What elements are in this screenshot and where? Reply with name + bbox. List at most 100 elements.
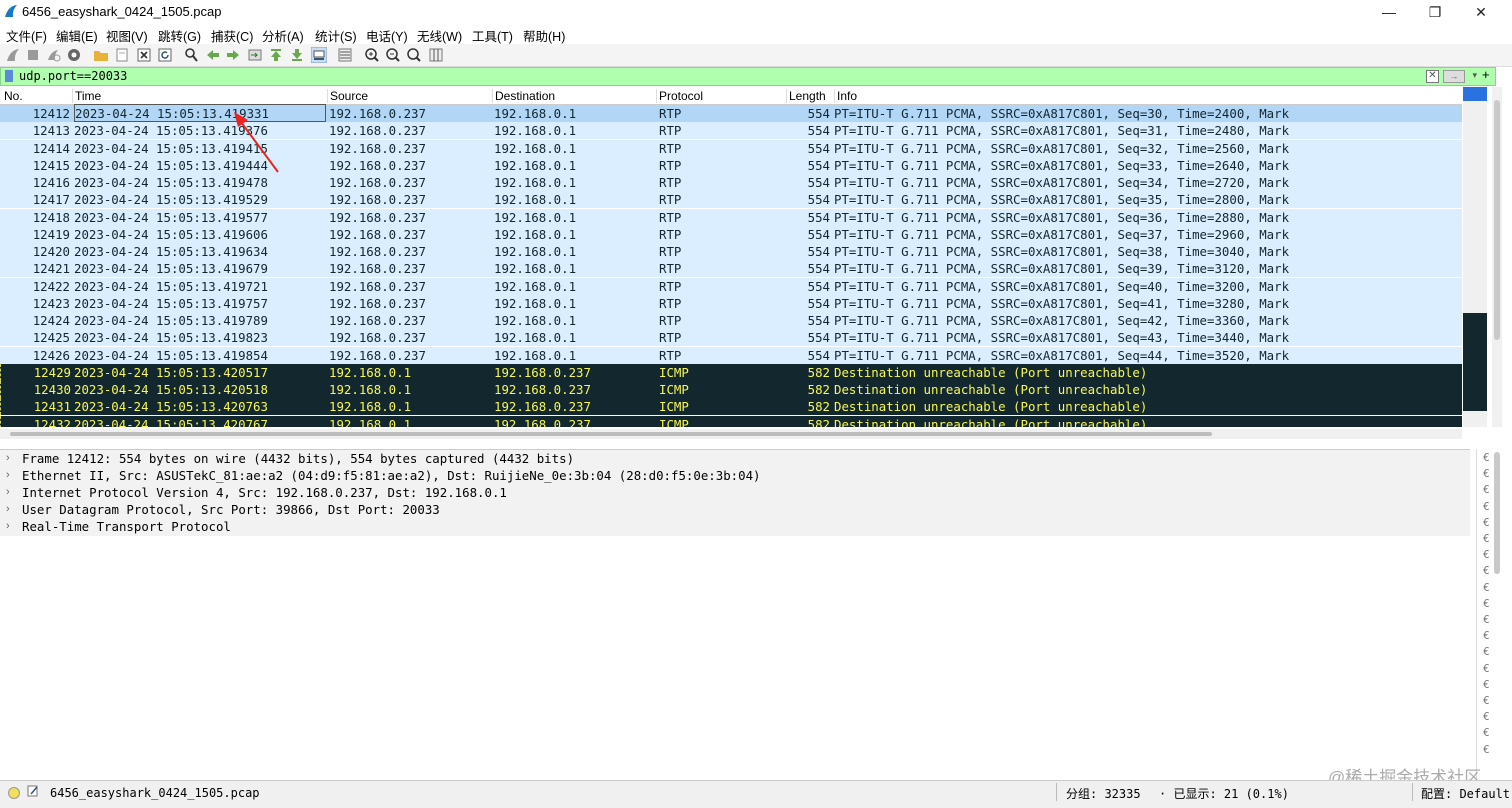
maximize-button[interactable]: ❐ (1412, 0, 1458, 24)
back-icon[interactable] (205, 47, 221, 63)
stop-icon[interactable] (25, 47, 41, 63)
bytes-scroll-thumb[interactable] (1494, 452, 1500, 574)
packet-cell-proto: RTP (659, 209, 682, 225)
forward-icon[interactable] (225, 47, 241, 63)
wireshark-fin-icon (5, 5, 17, 17)
autoscroll-icon[interactable] (311, 47, 327, 63)
close-window-button[interactable]: ✕ (1458, 0, 1504, 24)
menu-telephony[interactable]: 电话(Y) (366, 26, 408, 45)
packet-row[interactable]: 12424 2023-04-24 15:05:13.419789 192.168.0… (0, 312, 1462, 330)
packet-cell-no: 12432 (0, 415, 71, 427)
clear-filter-button[interactable]: ✕ (1426, 70, 1439, 83)
column-info[interactable]: Info (834, 89, 857, 103)
column-protocol[interactable]: Protocol (656, 89, 703, 103)
goto-icon[interactable] (247, 47, 263, 63)
close-file-icon[interactable] (136, 47, 152, 63)
find-icon[interactable] (183, 47, 199, 63)
expand-chevron-icon[interactable]: › (6, 467, 10, 484)
packet-cell-len: 554 (807, 157, 830, 173)
resize-columns-icon[interactable] (428, 47, 444, 63)
packet-cell-info: PT=ITU-T G.711 PCMA, SSRC=0xA817C801, Se… (834, 157, 1290, 173)
column-length[interactable]: Length (786, 89, 826, 103)
detail-ipv4[interactable]: › Internet Protocol Version 4, Src: 192.… (0, 484, 1470, 501)
open-icon[interactable] (93, 47, 109, 63)
packet-row[interactable]: 12425 2023-04-24 15:05:13.419823 192.168.0… (0, 329, 1462, 347)
packet-cell-time: 2023-04-24 15:05:13.419478 (74, 175, 268, 190)
packet-row[interactable]: 12412 2023-04-24 15:05:13.419331 192.168.0… (0, 104, 1462, 123)
packet-row[interactable]: 12431 2023-04-24 15:05:13.420763 192.168.0… (0, 398, 1462, 416)
packet-cell-info: PT=ITU-T G.711 PCMA, SSRC=0xA817C801, Se… (834, 192, 1290, 208)
menu-tools[interactable]: 工具(T) (472, 26, 513, 45)
expert-info-icon[interactable] (8, 787, 20, 799)
last-icon[interactable] (289, 47, 305, 63)
packet-row[interactable]: 12416 2023-04-24 15:05:13.419478 192.168.0… (0, 174, 1462, 192)
expand-chevron-icon[interactable]: › (6, 518, 10, 535)
menu-capture[interactable]: 捕获(C) (211, 26, 253, 45)
packet-list-scroll-thumb[interactable] (1494, 100, 1500, 340)
packet-row[interactable]: 12423 2023-04-24 15:05:13.419757 192.168.0… (0, 294, 1462, 312)
packet-cell-proto: RTP (659, 140, 682, 156)
packet-row[interactable]: 12413 2023-04-24 15:05:13.419376 192.168.0… (0, 122, 1462, 140)
expand-chevron-icon[interactable]: › (6, 450, 10, 467)
filter-value[interactable]: udp.port==20033 (19, 69, 127, 83)
status-profile[interactable]: 配置: Default (1421, 785, 1510, 802)
menu-wireless[interactable]: 无线(W) (417, 26, 462, 45)
apply-filter-button[interactable]: → (1443, 70, 1465, 83)
packet-row[interactable]: 12432 2023-04-24 15:05:13.420767 192.168.0… (0, 415, 1462, 427)
packet-row[interactable]: 12426 2023-04-24 15:05:13.419854 192.168.0… (0, 346, 1462, 364)
detail-frame[interactable]: › Frame 12412: 554 bytes on wire (4432 b… (0, 450, 1470, 467)
detail-rtp[interactable]: › Real-Time Transport Protocol (0, 518, 1470, 535)
menu-edit[interactable]: 编辑(E) (56, 26, 98, 45)
zoom-reset-icon[interactable] (406, 47, 422, 63)
expand-chevron-icon[interactable]: › (6, 484, 10, 501)
packet-row[interactable]: 12417 2023-04-24 15:05:13.419529 192.168.0… (0, 191, 1462, 209)
bookmark-icon[interactable] (5, 70, 13, 82)
packet-row[interactable]: 12420 2023-04-24 15:05:13.419634 192.168.0… (0, 243, 1462, 261)
packet-cell-no: 12424 (32, 313, 70, 328)
packet-row[interactable]: 12414 2023-04-24 15:05:13.419415 192.168.0… (0, 139, 1462, 157)
edit-comment-icon[interactable] (27, 785, 39, 797)
packet-cell-info: PT=ITU-T G.711 PCMA, SSRC=0xA817C801, Se… (834, 347, 1290, 363)
zoom-in-icon[interactable] (364, 47, 380, 63)
column-destination[interactable]: Destination (492, 89, 555, 103)
save-icon[interactable] (114, 47, 130, 63)
reload-icon[interactable] (157, 47, 173, 63)
packet-list[interactable]: No. Time Source Destination Protocol Len… (0, 87, 1462, 427)
packet-row[interactable]: 12421 2023-04-24 15:05:13.419679 192.168.0… (0, 260, 1462, 278)
packet-row[interactable]: 12422 2023-04-24 15:05:13.419721 192.168.0… (0, 277, 1462, 295)
menu-help[interactable]: 帮助(H) (523, 26, 565, 45)
menu-bar: 文件(F) 编辑(E) 视图(V) 跳转(G) 捕获(C) 分析(A) 统计(S… (0, 24, 1512, 44)
restart-icon[interactable] (45, 47, 61, 63)
detail-ethernet[interactable]: › Ethernet II, Src: ASUSTekC_81:ae:a2 (0… (0, 467, 1470, 484)
detail-udp[interactable]: › User Datagram Protocol, Src Port: 3986… (0, 501, 1470, 518)
filter-history-dropdown[interactable]: ▾ (1472, 70, 1477, 81)
minimap-icmp-region (1463, 313, 1487, 411)
menu-analyze[interactable]: 分析(A) (262, 26, 304, 45)
column-source[interactable]: Source (327, 89, 368, 103)
packet-cell-no: 12422 (32, 278, 70, 294)
packet-list-hscroll-thumb[interactable] (10, 432, 1212, 436)
menu-statistics[interactable]: 统计(S) (315, 26, 357, 45)
bytes-offset-glyph: € (1483, 483, 1490, 497)
packet-row[interactable]: 12430 2023-04-24 15:05:13.420518 192.168.0… (0, 381, 1462, 399)
packet-row[interactable]: 12415 2023-04-24 15:05:13.419444 192.168.0… (0, 156, 1462, 174)
menu-go[interactable]: 跳转(G) (158, 26, 201, 45)
colorize-icon[interactable] (337, 47, 353, 63)
first-icon[interactable] (268, 47, 284, 63)
shark-start-icon[interactable] (5, 47, 21, 63)
menu-view[interactable]: 视图(V) (106, 26, 148, 45)
minimize-button[interactable]: — (1366, 0, 1412, 24)
display-filter-input[interactable]: udp.port==20033 ✕ → ▾ (0, 67, 1496, 86)
zoom-out-icon[interactable] (385, 47, 401, 63)
menu-file[interactable]: 文件(F) (6, 26, 47, 45)
column-time[interactable]: Time (72, 89, 101, 103)
packet-row[interactable]: 12429 2023-04-24 15:05:13.420517 192.168.0… (0, 363, 1462, 381)
options-icon[interactable] (66, 47, 82, 63)
bytes-offset-glyph: € (1483, 564, 1490, 578)
add-filter-button[interactable]: + (1482, 67, 1490, 82)
packet-row[interactable]: 12418 2023-04-24 15:05:13.419577 192.168.0… (0, 208, 1462, 226)
expand-chevron-icon[interactable]: › (6, 501, 10, 518)
packet-row[interactable]: 12419 2023-04-24 15:05:13.419606 192.168.0… (0, 225, 1462, 243)
column-no[interactable]: No. (2, 89, 23, 103)
packet-details-pane[interactable]: › Frame 12412: 554 bytes on wire (4432 b… (0, 449, 1470, 780)
